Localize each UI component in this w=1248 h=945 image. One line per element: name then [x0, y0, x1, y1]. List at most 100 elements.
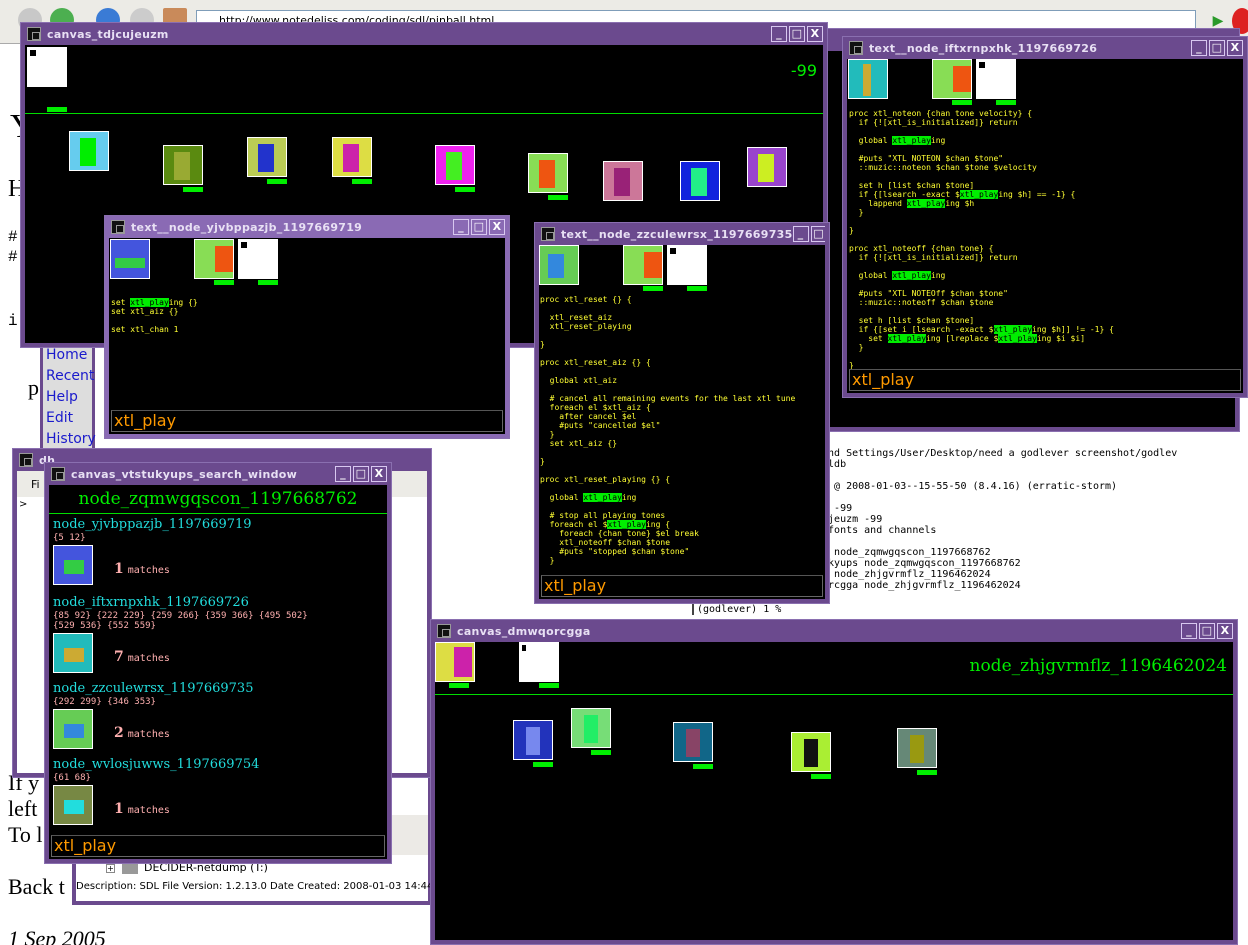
- code-line: ::muzic::noteoff $chan $tone: [849, 298, 1114, 307]
- result-thumbnail[interactable]: [53, 785, 93, 825]
- console-prompt[interactable]: (godlever) 1 %: [692, 604, 781, 615]
- node-thumbnail[interactable]: [571, 708, 611, 748]
- code-segment: set h [list $chan $tone]: [849, 316, 975, 325]
- code-line: if {![xtl_is_initialized]} return: [849, 253, 1114, 262]
- code-segment: lappend: [849, 199, 907, 208]
- result-thumbnail[interactable]: [53, 709, 93, 749]
- minimize-button[interactable]: _: [1181, 623, 1197, 639]
- code-text[interactable]: proc xtl_reset {} { xtl_reset_aiz xtl_re…: [540, 295, 795, 565]
- result-node-link[interactable]: node_wvlosjuwws_1197669754: [53, 757, 259, 772]
- search-input[interactable]: xtl_play: [51, 835, 385, 857]
- minimize-button[interactable]: _: [335, 466, 351, 482]
- node-thumbnail[interactable]: [435, 642, 475, 682]
- code-segment: }: [540, 340, 545, 349]
- maximize-button[interactable]: □: [789, 26, 805, 42]
- nav-home[interactable]: Home: [43, 345, 92, 366]
- result-thumbnail[interactable]: [53, 545, 93, 585]
- node-thumbnail[interactable]: [680, 161, 720, 201]
- code-segment: }: [540, 430, 555, 439]
- window-title: canvas_tdjcujeuzm: [47, 27, 169, 41]
- search-input[interactable]: xtl_play: [849, 369, 1241, 391]
- code-line: set h [list $chan $tone]: [849, 316, 1114, 325]
- search-highlight: xtl_play: [959, 190, 999, 199]
- match-label: matches: [127, 565, 170, 576]
- result-thumbnail[interactable]: [53, 633, 93, 673]
- node-thumbnail[interactable]: [673, 722, 713, 762]
- code-segment: foreach el $: [540, 520, 608, 529]
- expand-icon[interactable]: +: [106, 864, 115, 873]
- nav-edit[interactable]: Edit: [43, 408, 92, 429]
- node-thumbnail[interactable]: [848, 59, 888, 99]
- text-window-yjvb: text__node_yjvbppazjb_1197669719 _ □ X set…: [104, 215, 510, 439]
- maximize-button[interactable]: □: [471, 219, 487, 235]
- canvas-area[interactable]: node_zhjgvrmflz_1196462024: [435, 642, 1233, 940]
- progress-marker: [548, 195, 568, 200]
- minimize-button[interactable]: _: [1191, 40, 1207, 56]
- node-thumbnail[interactable]: [513, 720, 553, 760]
- nav-recent[interactable]: Recent: [43, 366, 94, 387]
- result-node-link[interactable]: node_zzculewrsx_1197669735: [53, 681, 253, 696]
- code-segment: proc xtl_reset_aiz {} {: [540, 358, 651, 367]
- close-button[interactable]: X: [807, 26, 823, 42]
- close-button[interactable]: X: [371, 466, 387, 482]
- search-highlight: xtl_play: [892, 136, 931, 145]
- nav-history[interactable]: History: [43, 429, 96, 450]
- minimize-button[interactable]: _: [453, 219, 469, 235]
- nav-help[interactable]: Help: [43, 387, 92, 408]
- close-button[interactable]: X: [489, 219, 505, 235]
- node-thumbnail[interactable]: [110, 239, 150, 279]
- blank-thumbnail[interactable]: [238, 239, 278, 279]
- node-thumbnail[interactable]: [194, 239, 234, 279]
- code-line: xtl_reset_aiz: [540, 313, 795, 322]
- thumbnail-pattern: [539, 160, 555, 188]
- node-thumbnail[interactable]: [623, 245, 663, 285]
- code-line: }: [849, 226, 1114, 235]
- close-button[interactable]: X: [1227, 40, 1243, 56]
- progress-marker: [917, 770, 937, 775]
- result-node-link[interactable]: node_yjvbppazjb_1197669719: [53, 517, 252, 532]
- node-thumbnail[interactable]: [332, 137, 372, 177]
- code-line: }: [540, 430, 795, 439]
- search-input[interactable]: xtl_play: [541, 575, 823, 597]
- node-thumbnail[interactable]: [603, 161, 643, 201]
- node-thumbnail[interactable]: [528, 153, 568, 193]
- node-thumbnail[interactable]: [791, 732, 831, 772]
- console-output: r and Settings/User/Desktop/need a godle…: [816, 426, 1178, 591]
- node-thumbnail[interactable]: [69, 131, 109, 171]
- page-comment: #: [8, 248, 18, 266]
- text-window-zzcu: text__node_zzculewrsx_1197669735 _□X pro…: [534, 222, 830, 604]
- code-line: # cancel all remaining events for the la…: [540, 394, 796, 403]
- node-thumbnail[interactable]: [163, 145, 203, 185]
- maximize-button[interactable]: □: [1199, 623, 1215, 639]
- close-button[interactable]: X: [1217, 623, 1233, 639]
- progress-marker: [258, 280, 278, 285]
- code-segment: after cancel $el: [540, 412, 637, 421]
- blank-thumbnail[interactable]: [27, 47, 67, 87]
- search-input[interactable]: xtl_play: [111, 410, 503, 432]
- blank-thumbnail[interactable]: [519, 642, 559, 682]
- blank-thumbnail[interactable]: [667, 245, 707, 285]
- node-thumbnail[interactable]: [435, 145, 475, 185]
- code-text[interactable]: set xtl_playing {} set xtl_aiz {} set xtl…: [111, 298, 198, 334]
- maximize-button[interactable]: □: [1209, 40, 1225, 56]
- code-line: lappend xtl_playing $h: [849, 199, 1114, 208]
- code-line: proc xtl_reset_aiz {} {: [540, 358, 795, 367]
- code-text[interactable]: proc xtl_noteon {chan tone velocity} { i…: [849, 109, 1114, 370]
- code-segment: ing {: [645, 520, 671, 529]
- maximize-button[interactable]: □: [353, 466, 369, 482]
- node-thumbnail[interactable]: [539, 245, 579, 285]
- minimize-button[interactable]: _: [771, 26, 787, 42]
- node-thumbnail[interactable]: [747, 147, 787, 187]
- code-segment: if {[set i [lsearch -exact $: [849, 325, 994, 334]
- node-thumbnail[interactable]: [897, 728, 937, 768]
- node-thumbnail[interactable]: [932, 59, 972, 99]
- maximize-button[interactable]: □: [810, 226, 825, 242]
- back-link[interactable]: Back t: [8, 874, 65, 900]
- minimize-button[interactable]: _: [792, 226, 809, 242]
- code-segment: }: [849, 226, 854, 235]
- node-thumbnail[interactable]: [247, 137, 287, 177]
- result-node-link[interactable]: node_iftxrnpxhk_1197669726: [53, 595, 249, 610]
- blank-thumbnail[interactable]: [976, 59, 1016, 99]
